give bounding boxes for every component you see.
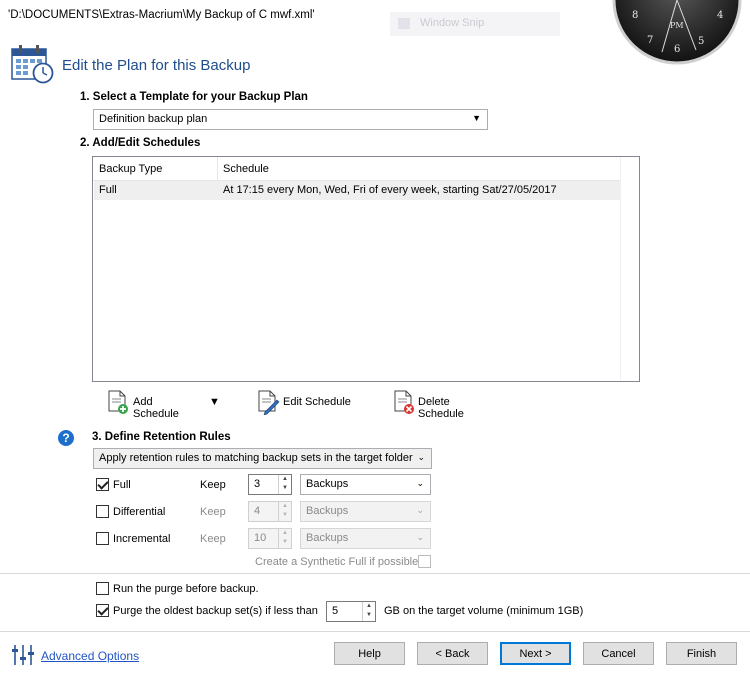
retention-mode-selected: Apply retention rules to matching backup… [99, 452, 413, 464]
help-button[interactable]: Help [334, 642, 405, 665]
table-row[interactable]: Full At 17:15 every Mon, Wed, Fri of eve… [94, 181, 620, 200]
full-unit-dropdown[interactable]: Backups ⌄ [300, 474, 431, 495]
window-snip-label: Window Snip [420, 17, 485, 29]
schedule-list[interactable]: Backup Type Schedule Full At 17:15 every… [92, 156, 640, 382]
stepper-down-icon[interactable]: ▼ [279, 484, 291, 493]
delete-schedule-label: Delete Schedule [418, 396, 464, 420]
purge-gb-suffix: GB on the target volume (minimum 1GB) [384, 605, 584, 617]
next-button[interactable]: Next > [500, 642, 571, 665]
run-purge-before-label: Run the purge before backup. [113, 583, 259, 595]
chevron-down-icon: ⌄ [416, 532, 424, 542]
differential-checkbox[interactable] [96, 505, 109, 518]
advanced-options-link[interactable]: Advanced Options [41, 649, 139, 663]
purge-oldest-label: Purge the oldest backup set(s) if less t… [113, 605, 318, 617]
synthetic-full-checkbox[interactable] [418, 555, 431, 568]
clock-period: PM [670, 21, 684, 30]
window-title: 'D:\DOCUMENTS\Extras-Macrium\My Backup o… [8, 9, 315, 21]
synthetic-full-label: Create a Synthetic Full if possible [255, 556, 419, 568]
purge-gb-value: 5 [332, 605, 339, 617]
footer-divider [0, 631, 750, 632]
clock-number: 5 [698, 36, 704, 47]
list-header: Backup Type Schedule [93, 157, 620, 181]
stepper-up-icon[interactable]: ▲ [363, 602, 375, 611]
purge-oldest-checkbox[interactable] [96, 604, 109, 617]
column-header-backup-type[interactable]: Backup Type [99, 163, 162, 175]
retention-heading: 3. Define Retention Rules [92, 431, 231, 443]
add-schedule-label: Add Schedule [133, 396, 179, 420]
stepper-arrows[interactable]: ▲ ▼ [278, 475, 291, 494]
chevron-down-icon: ⌄ [416, 505, 424, 515]
stepper-up-icon[interactable]: ▲ [279, 502, 291, 511]
full-unit-selected: Backups [306, 478, 349, 490]
full-keep-value: 3 [254, 478, 261, 490]
snip-icon [398, 18, 410, 29]
column-separator [217, 157, 218, 181]
delete-schedule-button[interactable]: Delete Schedule [392, 389, 498, 420]
incremental-keep-value: 10 [254, 532, 267, 544]
column-header-schedule[interactable]: Schedule [223, 163, 269, 175]
edit-document-icon [258, 390, 280, 415]
purge-gb-stepper[interactable]: 5 ▲ ▼ [326, 601, 376, 622]
full-keep-label: Keep [200, 479, 226, 491]
window-snip-overlay: Window Snip [390, 12, 560, 36]
chevron-down-icon: ⌄ [417, 452, 425, 462]
differential-keep-label: Keep [200, 506, 226, 518]
edit-schedule-button[interactable]: Edit Schedule [256, 389, 352, 415]
row-backup-type: Full [99, 184, 117, 196]
stepper-arrows[interactable]: ▲ ▼ [362, 602, 375, 621]
section-divider [0, 573, 750, 574]
stepper-arrows[interactable]: ▲ ▼ [278, 529, 291, 548]
back-button[interactable]: < Back [417, 642, 488, 665]
stepper-up-icon[interactable]: ▲ [279, 475, 291, 484]
differential-unit-selected: Backups [306, 505, 349, 517]
incremental-label: Incremental [113, 533, 171, 545]
schedules-heading: 2. Add/Edit Schedules [80, 137, 201, 149]
help-icon[interactable]: ? [58, 430, 74, 446]
template-selected: Definition backup plan [99, 113, 208, 125]
calendar-clock-icon [11, 45, 54, 84]
dropdown-arrow-icon: ▼ [472, 113, 481, 123]
run-purge-before-checkbox[interactable] [96, 582, 109, 595]
clock-number: 4 [717, 10, 723, 21]
chevron-down-icon: ⌄ [416, 478, 424, 488]
clock-widget: 8 4 7 6 5 PM [612, 0, 742, 65]
page-title: Edit the Plan for this Backup [62, 57, 251, 74]
differential-keep-value: 4 [254, 505, 261, 517]
sliders-icon[interactable] [11, 643, 35, 667]
edit-schedule-label: Edit Schedule [283, 396, 351, 408]
incremental-unit-dropdown[interactable]: Backups ⌄ [300, 528, 431, 549]
full-label: Full [113, 479, 131, 491]
full-keep-stepper[interactable]: 3 ▲ ▼ [248, 474, 292, 495]
incremental-keep-stepper[interactable]: 10 ▲ ▼ [248, 528, 292, 549]
stepper-down-icon[interactable]: ▼ [279, 538, 291, 547]
template-heading: 1. Select a Template for your Backup Pla… [80, 91, 308, 103]
add-document-icon [108, 390, 128, 414]
retention-mode-dropdown[interactable]: Apply retention rules to matching backup… [93, 448, 432, 469]
differential-keep-stepper[interactable]: 4 ▲ ▼ [248, 501, 292, 522]
incremental-keep-label: Keep [200, 533, 226, 545]
add-schedule-button[interactable]: Add Schedule [106, 389, 201, 420]
clock-number: 6 [674, 44, 680, 55]
differential-unit-dropdown[interactable]: Backups ⌄ [300, 501, 431, 522]
clock-number: 8 [632, 10, 638, 21]
clock-number: 7 [647, 35, 653, 46]
finish-button[interactable]: Finish [666, 642, 737, 665]
stepper-down-icon[interactable]: ▼ [279, 511, 291, 520]
cancel-button[interactable]: Cancel [583, 642, 654, 665]
row-schedule: At 17:15 every Mon, Wed, Fri of every we… [223, 184, 557, 196]
full-checkbox[interactable] [96, 478, 109, 491]
template-dropdown[interactable]: Definition backup plan ▼ [93, 109, 488, 130]
incremental-unit-selected: Backups [306, 532, 349, 544]
differential-label: Differential [113, 506, 166, 518]
stepper-down-icon[interactable]: ▼ [363, 611, 375, 620]
incremental-checkbox[interactable] [96, 532, 109, 545]
list-scrollbar[interactable] [620, 157, 639, 381]
stepper-arrows[interactable]: ▲ ▼ [278, 502, 291, 521]
stepper-up-icon[interactable]: ▲ [279, 529, 291, 538]
add-schedule-dropdown-icon[interactable]: ▼ [209, 396, 220, 408]
delete-document-icon [394, 390, 414, 414]
